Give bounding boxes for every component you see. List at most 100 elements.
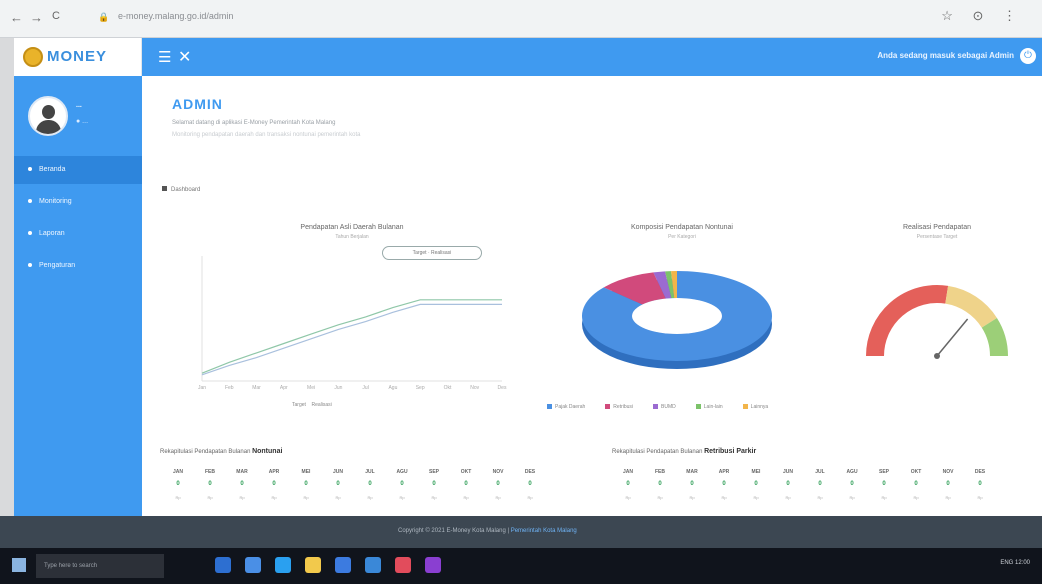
month-label: MEI — [751, 469, 761, 475]
browser-tools[interactable]: ☆ ⊙ ⋮ — [941, 8, 1024, 24]
month-label: AGU — [396, 469, 408, 475]
avatar-head — [42, 105, 55, 119]
logged-in-user-text: Anda sedang masuk sebagai Admin — [877, 51, 1014, 60]
taskbar-search[interactable]: Type here to search — [36, 554, 164, 578]
month-detail: Rp — [207, 495, 213, 500]
gauge-band-yellow — [944, 285, 997, 328]
month-value: 0 — [722, 481, 726, 487]
gauge-chart-title: Realisasi Pendapatan — [902, 224, 972, 231]
address-bar[interactable]: e-money.malang.go.id/admin — [118, 11, 233, 21]
bullet-icon — [28, 263, 32, 268]
month-detail: Rp — [977, 495, 983, 500]
legend-swatch — [695, 404, 701, 410]
month-detail: Rp — [721, 495, 727, 500]
month-cell: JUL 0 Rp — [354, 469, 386, 500]
gauge-band-red — [866, 285, 949, 357]
month-detail: Rp — [657, 495, 663, 500]
right-month-table: JAN 0 Rp FEB 0 Rp MAR 0 Rp APR 0 Rp MEI 0 Rp JUN 0 Rp JUL 0… — [612, 469, 996, 500]
x-tick-label: Sep — [416, 385, 425, 391]
month-value: 0 — [528, 481, 532, 487]
sidebar-item-pengaturan[interactable]: Pengaturan — [14, 252, 142, 280]
x-tick-label: Okt — [444, 385, 452, 391]
month-detail: Rp — [817, 495, 823, 500]
month-value: 0 — [304, 481, 308, 487]
month-value: 0 — [914, 481, 918, 487]
task-view-icon[interactable] — [215, 557, 231, 573]
sidebar-item-laporan[interactable]: Laporan — [14, 220, 142, 248]
legend-item-4: Lainnya — [742, 404, 779, 410]
gauge-pivot — [934, 353, 940, 359]
mail-taskbar-icon[interactable] — [335, 557, 351, 573]
month-value: 0 — [496, 481, 500, 487]
right-table-title-prefix: Rekapitulasi Pendapatan Bulanan — [612, 449, 703, 455]
legend-item-3: Lain-lain — [695, 404, 733, 410]
month-detail: Rp — [367, 495, 373, 500]
month-label: JUN — [782, 469, 793, 475]
month-value: 0 — [336, 481, 340, 487]
brand-logo[interactable]: MONEY — [14, 38, 142, 76]
month-value: 0 — [754, 481, 758, 487]
right-table-title-bold: Retribusi Parkir — [704, 448, 757, 455]
month-value: 0 — [272, 481, 276, 487]
month-detail: Rp — [175, 495, 181, 500]
month-value: 0 — [786, 481, 790, 487]
browser-taskbar-icon[interactable] — [245, 557, 261, 573]
month-label: APR — [268, 469, 280, 475]
month-value: 0 — [176, 481, 180, 487]
month-label: OKT — [910, 469, 922, 475]
back-button[interactable]: ← — [10, 10, 23, 25]
legend-label: Pajak Daerah — [555, 404, 586, 410]
explorer-taskbar-icon[interactable] — [275, 557, 291, 573]
sidebar-item-label: Beranda — [39, 166, 66, 173]
month-cell: NOV 0 Rp — [482, 469, 514, 500]
reload-button[interactable]: C — [52, 10, 60, 22]
right-table-title: Rekapitulasi Pendapatan Bulanan Retribus… — [612, 448, 756, 455]
chrome-taskbar-icon[interactable] — [395, 557, 411, 573]
month-cell: AGU 0 Rp — [386, 469, 418, 500]
forward-button[interactable]: → — [30, 10, 43, 25]
x-tick-label: Jan — [198, 385, 206, 391]
x-tick-label: Apr — [280, 385, 288, 391]
top-navbar: ☰ ✕ Anda sedang masuk sebagai Admin ⏻ — [142, 38, 1042, 76]
legend-label: Lain-lain — [703, 404, 723, 410]
month-value: 0 — [626, 481, 630, 487]
section-label: Dashboard — [162, 186, 200, 193]
folder-taskbar-icon[interactable] — [305, 557, 321, 573]
sidebar-item-monitoring[interactable]: Monitoring — [14, 188, 142, 216]
month-cell: APR 0 Rp — [258, 469, 290, 500]
bullet-icon — [28, 199, 32, 204]
month-value: 0 — [240, 481, 244, 487]
logout-icon[interactable]: ⏻ — [1020, 48, 1036, 64]
month-cell: MEI 0 Rp — [740, 469, 772, 500]
legend-item-2: BUMD — [653, 404, 686, 410]
legend-swatch — [742, 404, 748, 410]
month-label: SEP — [428, 469, 439, 475]
footer-link[interactable]: Pemerintah Kota Malang — [511, 528, 577, 534]
month-detail: Rp — [399, 495, 405, 500]
sidebar-item-beranda[interactable]: Beranda — [14, 156, 142, 184]
month-cell: JUL 0 Rp — [804, 469, 836, 500]
month-cell: MEI 0 Rp — [290, 469, 322, 500]
menu-toggle-icon[interactable]: ☰ — [158, 48, 171, 66]
close-icon[interactable]: ✕ — [178, 47, 191, 67]
app-taskbar-icon[interactable] — [425, 557, 441, 573]
donut-legend: Pajak Daerah Retribusi BUMD Lain-lain Lainny… — [547, 404, 788, 410]
month-value: 0 — [208, 481, 212, 487]
month-label: DES — [974, 469, 986, 475]
month-label: JAN — [172, 469, 183, 475]
month-cell: SEP 0 Rp — [868, 469, 900, 500]
line-chart-legend: Target Realisasi — [292, 402, 332, 408]
month-detail: Rp — [239, 495, 245, 500]
donut-chart-title: Komposisi Pendapatan Nontunai — [631, 224, 733, 231]
series-line-1 — [201, 303, 502, 376]
month-label: DES — [524, 469, 536, 475]
x-tick-label: Mei — [307, 385, 315, 391]
month-cell: DES 0 Rp — [514, 469, 546, 500]
month-cell: MAR 0 Rp — [676, 469, 708, 500]
windows-start-icon[interactable] — [12, 558, 26, 572]
line-chart-tooltip: Target · Realisasi — [382, 246, 482, 260]
store-taskbar-icon[interactable] — [365, 557, 381, 573]
month-label: JUN — [332, 469, 343, 475]
donut-chart-subtitle: Per Kategori — [668, 234, 696, 240]
avatar-body — [36, 120, 61, 134]
